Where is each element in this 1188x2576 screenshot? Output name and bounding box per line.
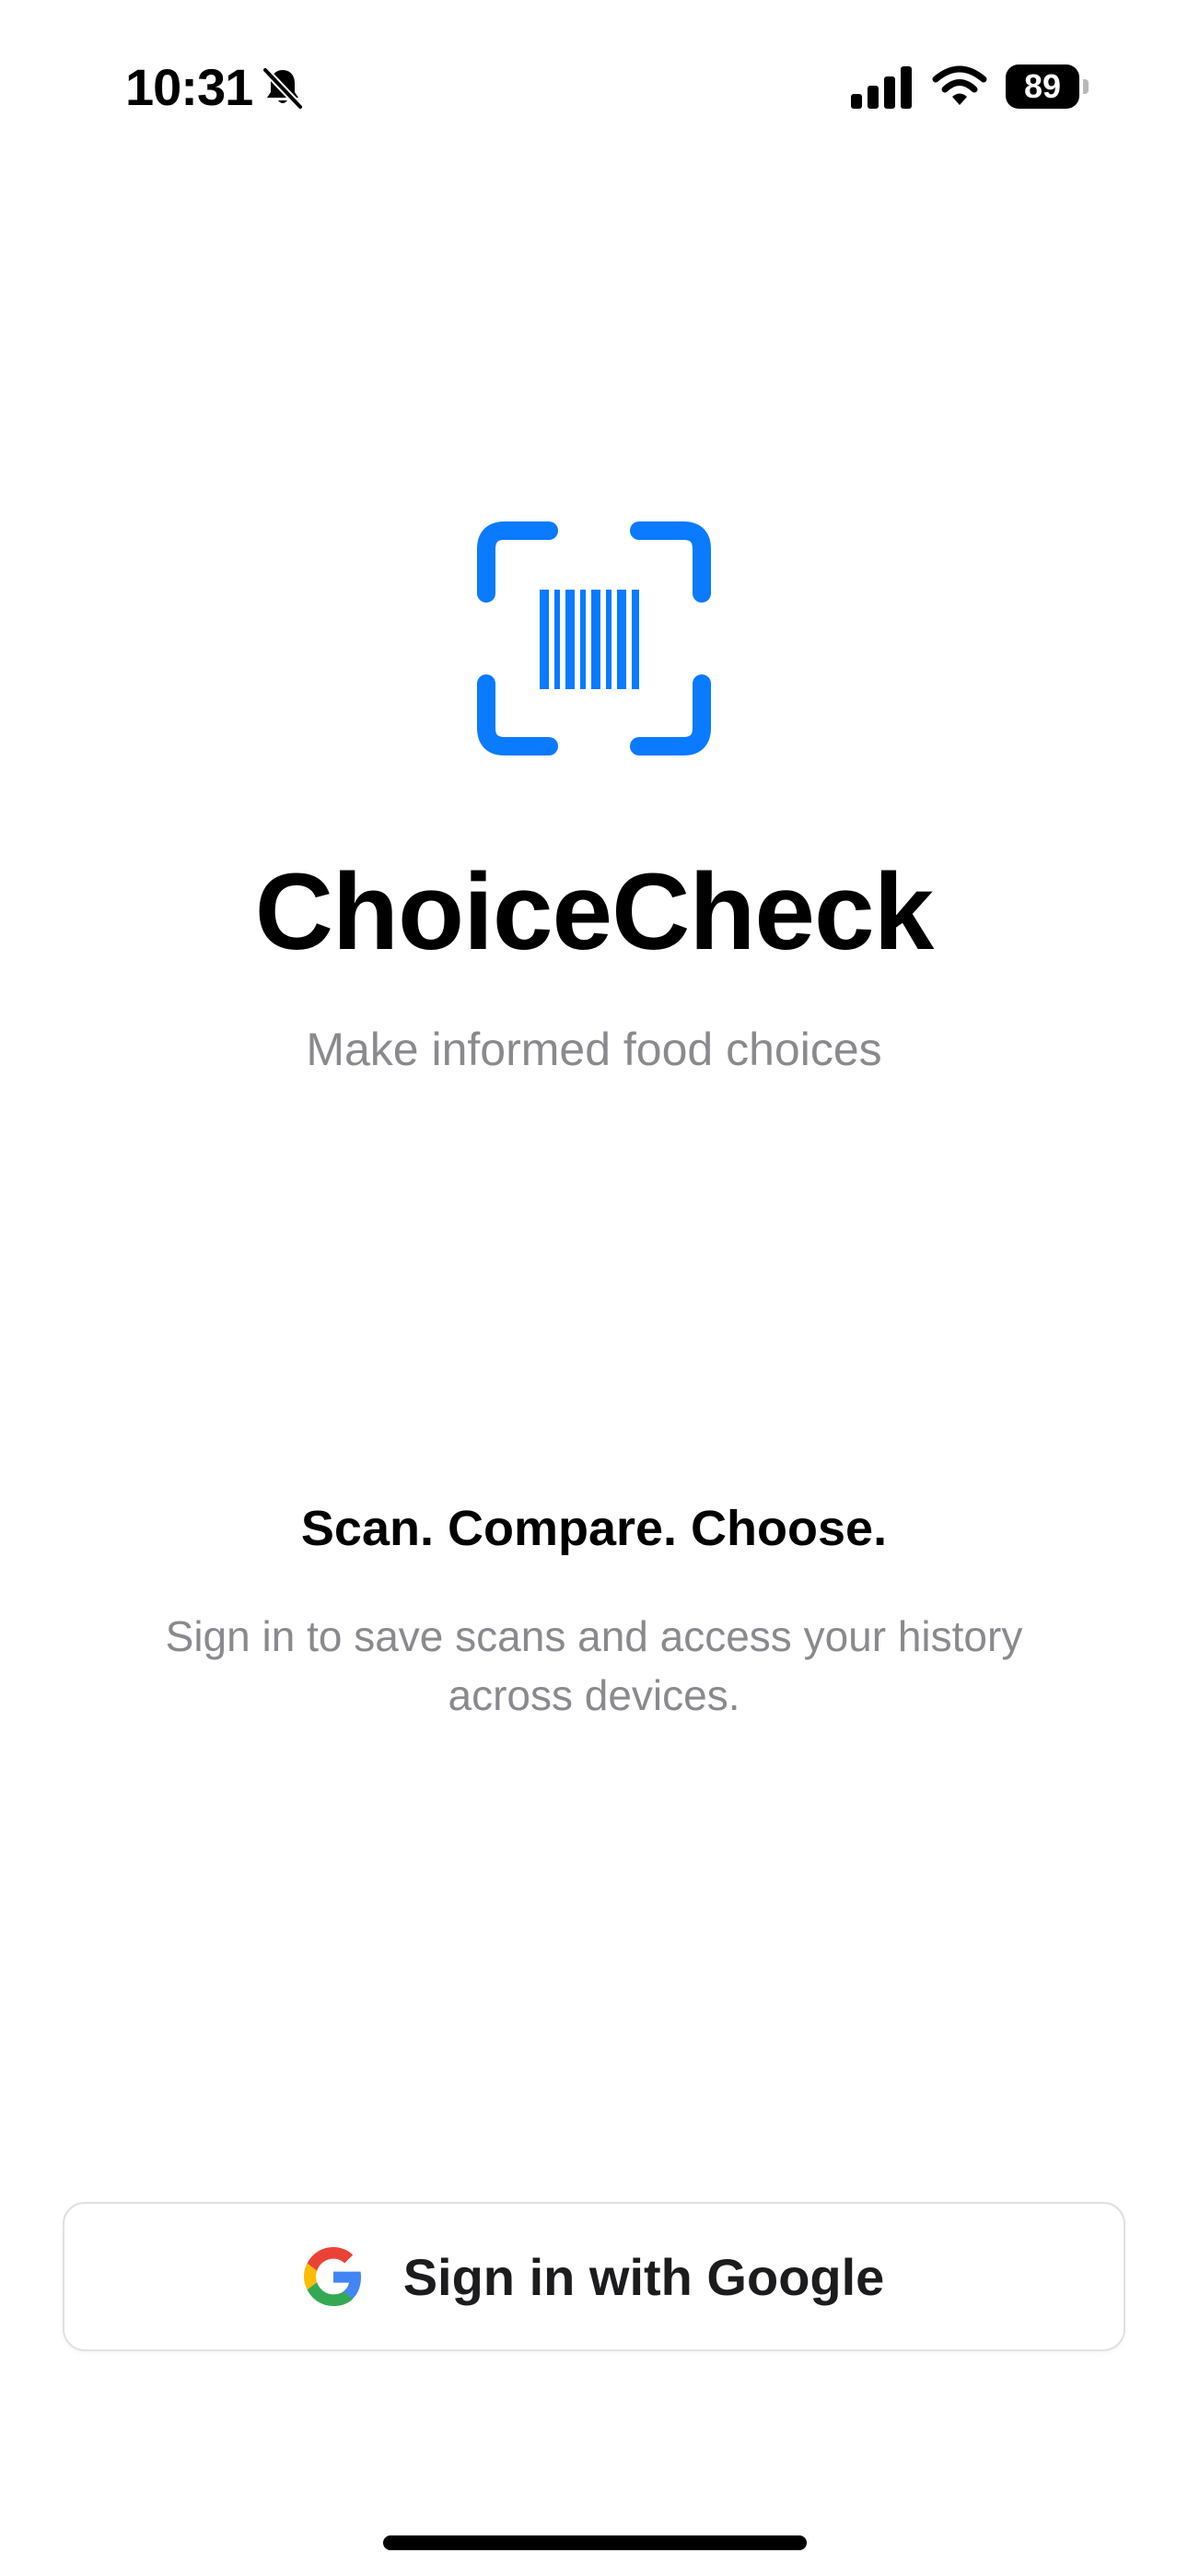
- status-time: 10:31: [125, 58, 253, 116]
- app-title: ChoiceCheck: [254, 851, 935, 973]
- sign-in-description: Sign in to save scans and access your hi…: [165, 1612, 1023, 1719]
- home-indicator[interactable]: [383, 2535, 807, 2550]
- app-subtitle: Make informed food choices: [306, 1024, 882, 1075]
- sign-in-with-google-button[interactable]: Sign in with Google: [63, 2202, 1125, 2351]
- bell-slash-icon: [262, 66, 304, 111]
- google-button-label: Sign in with Google: [402, 2247, 885, 2306]
- google-g-icon: [303, 2247, 361, 2306]
- status-bar: 10:31 89: [0, 0, 1188, 175]
- wifi-icon: [932, 65, 987, 105]
- battery-cap: [1083, 79, 1089, 94]
- battery-icon: 89: [1006, 64, 1089, 109]
- barcode-scanner-icon: [477, 521, 711, 755]
- battery-level: 89: [1006, 64, 1079, 109]
- cellular-signal-icon: [851, 66, 912, 109]
- tagline: Scan. Compare. Choose.: [300, 1501, 888, 1556]
